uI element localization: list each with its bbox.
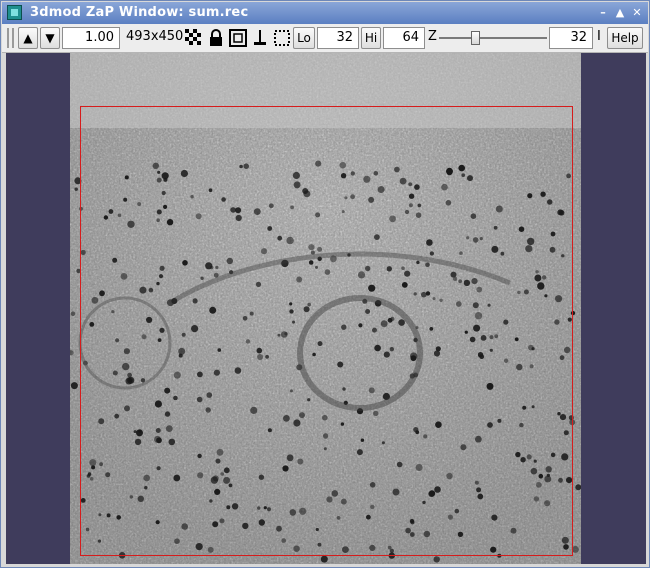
square-icon[interactable] [229,29,247,47]
lo-field[interactable]: 32 [317,27,359,49]
maximize-icon[interactable]: ▲ [612,6,628,20]
z-label: Z [428,29,437,44]
window-title: 3dmod ZaP Window: sum.rec [30,5,249,20]
pin-icon[interactable] [251,29,269,47]
hi-button[interactable]: Hi [361,27,381,49]
close-icon[interactable]: ✕ [629,6,645,20]
lo-button[interactable]: Lo [293,27,315,49]
image-size-label: 493x450 [126,29,184,44]
hi-field[interactable]: 64 [383,27,425,49]
title-bar[interactable]: 3dmod ZaP Window: sum.rec – ▲ ✕ [2,2,648,24]
up-arrow-icon: ▲ [23,31,33,45]
toolbar: ▲ ▼ 1.00 493x450 Lo 32 Hi 64 Z 32 I Help [2,24,648,53]
lock-icon[interactable] [207,29,225,47]
window: 3dmod ZaP Window: sum.rec – ▲ ✕ ▲ ▼ 1.00… [0,0,650,568]
z-slider-handle[interactable] [470,31,480,45]
minimize-icon[interactable]: – [595,6,611,20]
zap-view[interactable] [6,53,646,564]
down-arrow-icon: ▼ [45,31,55,45]
i-label: I [597,29,601,44]
dotted-square-icon[interactable] [273,29,291,47]
toolbar-grip[interactable] [7,28,14,48]
z-slider[interactable] [439,37,547,39]
zoom-down-button[interactable]: ▼ [40,27,60,49]
zoom-up-button[interactable]: ▲ [18,27,38,49]
help-button[interactable]: Help [607,27,643,49]
z-field[interactable]: 32 [549,27,593,49]
checker-icon[interactable] [185,29,203,47]
zoom-field[interactable]: 1.00 [62,27,120,49]
selection-box [80,106,573,556]
app-icon[interactable] [7,5,22,20]
